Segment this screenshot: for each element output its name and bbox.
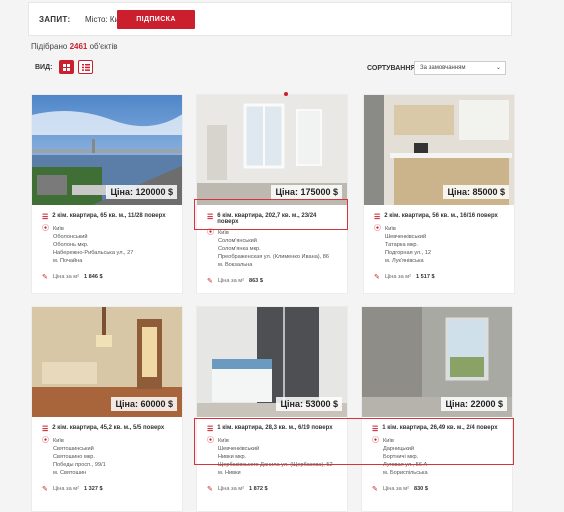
sort-select[interactable]: За замовчанням ⌄ bbox=[414, 61, 506, 75]
subscribe-button[interactable]: ПІДПИСКА bbox=[117, 10, 195, 29]
menu-icon: ☰ bbox=[374, 214, 381, 221]
annotation-dot bbox=[284, 92, 288, 96]
listing-photo[interactable]: Ціна: 175000 $ bbox=[197, 95, 347, 205]
query-bar: ЗАПИТ: Місто: Київ ПІДПИСКА bbox=[28, 2, 512, 36]
listing-price: Ціна: 120000 $ bbox=[106, 185, 177, 199]
menu-icon: ☰ bbox=[42, 426, 49, 433]
listing-price: Ціна: 53000 $ bbox=[276, 397, 342, 411]
highlight-box bbox=[194, 418, 514, 465]
price-per-sqm: ✎ Ціна за м² 1 517 $ bbox=[374, 274, 435, 281]
listing-title[interactable]: ☰ 2 кім. квартира, 65 кв. м., 11/28 повер… bbox=[42, 213, 172, 221]
listing-price: Ціна: 60000 $ bbox=[111, 397, 177, 411]
grid-icon bbox=[63, 63, 70, 71]
query-label: ЗАПИТ: bbox=[39, 15, 71, 24]
listing-card[interactable]: Ціна: 175000 $ ☰ 6 кім. квартира, 202,7 к… bbox=[196, 94, 348, 294]
listing-photo[interactable]: Ціна: 22000 $ bbox=[362, 307, 512, 417]
listing-address: ⦿ Київ Солом'янський Солом'янка мкр. Преобр… bbox=[207, 229, 329, 268]
listing-title[interactable]: ☰ 2 кім. квартира, 45,2 кв. м., 5/5 повер… bbox=[42, 425, 172, 433]
location-pin-icon: ⦿ bbox=[207, 229, 214, 236]
listing-photo[interactable]: Ціна: 120000 $ bbox=[32, 95, 182, 205]
ruler-icon: ✎ bbox=[42, 274, 48, 281]
view-label: ВИД: bbox=[35, 64, 53, 71]
location-pin-icon: ⦿ bbox=[374, 225, 381, 232]
chevron-down-icon: ⌄ bbox=[495, 65, 501, 71]
menu-icon: ☰ bbox=[42, 214, 49, 221]
list-view-button[interactable] bbox=[78, 60, 93, 74]
listing-card[interactable]: Ціна: 85000 $ ☰ 2 кім. квартира, 56 кв. м… bbox=[363, 94, 515, 294]
list-icon bbox=[81, 63, 90, 71]
ruler-icon: ✎ bbox=[372, 486, 378, 493]
listing-address: ⦿ Київ Святошинський Святошино мкр. Победы … bbox=[42, 437, 106, 476]
listing-photo[interactable]: Ціна: 60000 $ bbox=[32, 307, 182, 417]
highlight-box bbox=[194, 199, 348, 230]
grid-view-button[interactable] bbox=[59, 60, 74, 74]
listing-address: ⦿ Київ Шевченківський Татарка мкр. Подгорна… bbox=[374, 225, 432, 264]
listing-card[interactable]: Ціна: 60000 $ ☰ 2 кім. квартира, 45,2 кв.… bbox=[31, 306, 183, 512]
price-per-sqm: ✎ Ціна за м² 1 872 $ bbox=[207, 486, 268, 493]
listing-price: Ціна: 175000 $ bbox=[271, 185, 342, 199]
price-per-sqm: ✎ Ціна за м² 1 846 $ bbox=[42, 274, 103, 281]
location-pin-icon: ⦿ bbox=[42, 437, 49, 444]
ruler-icon: ✎ bbox=[374, 274, 380, 281]
listing-card[interactable]: Ціна: 53000 $ ☰ 1 кім. квартира, 28,3 кв.… bbox=[196, 306, 348, 512]
listing-photo[interactable]: Ціна: 53000 $ bbox=[197, 307, 347, 417]
listing-card[interactable]: Ціна: 22000 $ ☰ 1 кім. квартира, 26,49 кв… bbox=[361, 306, 513, 512]
listing-title[interactable]: ☰ 2 кім. квартира, 56 кв. м., 16/16 повер… bbox=[374, 213, 504, 221]
listing-card[interactable]: Ціна: 120000 $ ☰ 2 кім. квартира, 65 кв. … bbox=[31, 94, 183, 294]
listing-price: Ціна: 22000 $ bbox=[441, 397, 507, 411]
ruler-icon: ✎ bbox=[207, 278, 213, 285]
price-per-sqm: ✎ Ціна за м² 863 $ bbox=[207, 278, 263, 285]
location-pin-icon: ⦿ bbox=[42, 225, 49, 232]
sort-label: СОРТУВАННЯ: bbox=[367, 65, 418, 72]
price-per-sqm: ✎ Ціна за м² 1 327 $ bbox=[42, 486, 103, 493]
ruler-icon: ✎ bbox=[42, 486, 48, 493]
price-per-sqm: ✎ Ціна за м² 830 $ bbox=[372, 486, 428, 493]
listing-photo[interactable]: Ціна: 85000 $ bbox=[364, 95, 514, 205]
ruler-icon: ✎ bbox=[207, 486, 213, 493]
listing-price: Ціна: 85000 $ bbox=[443, 185, 509, 199]
listing-address: ⦿ Київ Оболонський Оболонь мкр. Набережно-Р… bbox=[42, 225, 134, 264]
results-count: Підібрано 2461 об'єктів bbox=[31, 42, 118, 51]
